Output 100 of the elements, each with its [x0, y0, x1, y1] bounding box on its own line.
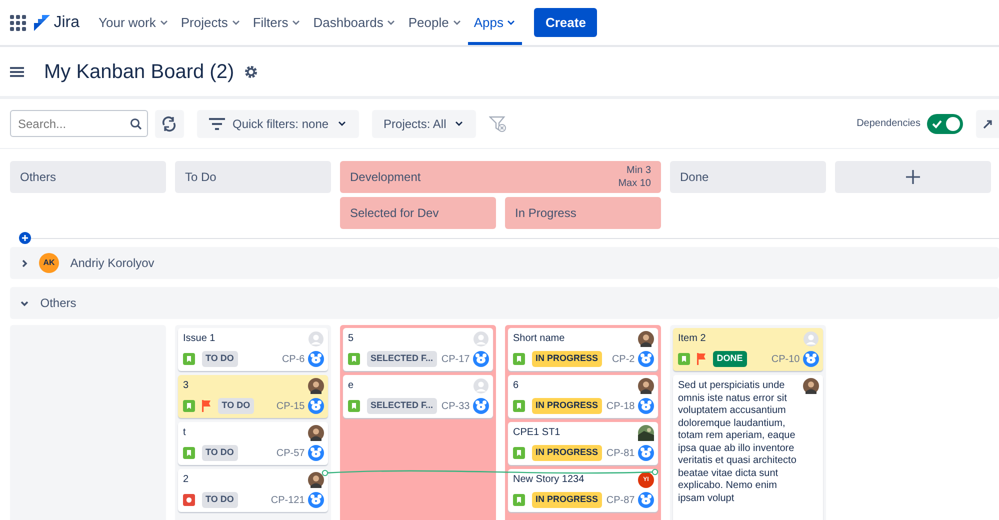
quick-filters-dropdown[interactable]: Quick filters: none [196, 110, 359, 138]
issue-title: New Story 1234 [513, 473, 586, 486]
status-lozenge: IN PROGRESS [532, 445, 602, 461]
column-min-limit: Min 3 [626, 164, 651, 177]
issue-card[interactable]: CPE1 ST1 IN PROGRESS CP-81 [508, 422, 658, 465]
nav-menu-item[interactable]: People [402, 0, 468, 45]
plus-icon [905, 169, 921, 185]
nav-menu-item[interactable]: Filters [246, 0, 308, 45]
status-lozenge: IN PROGRESS [532, 398, 602, 414]
grid-icon [10, 14, 26, 30]
filter-icon [208, 118, 224, 130]
nav-menu-item[interactable]: Projects [174, 0, 247, 45]
project-avatar-icon [308, 351, 324, 367]
issue-title: t [183, 426, 187, 440]
board-title: My Kanban Board (2) [44, 60, 234, 84]
status-lozenge: SELECTED F... [366, 398, 438, 414]
project-avatar-icon [308, 398, 324, 414]
project-avatar-icon [803, 351, 819, 367]
issue-key: CP-121 [270, 492, 305, 508]
issue-key: CP-33 [441, 398, 470, 414]
menu-icon [10, 66, 24, 78]
issue-card[interactable]: Issue 1 TO DO CP-6 [178, 328, 328, 371]
status-lozenge: SELECTED F... [366, 351, 438, 367]
status-lozenge: TO DO [202, 351, 238, 367]
apps-menu-button[interactable] [10, 14, 26, 30]
column-title: Done [680, 169, 709, 186]
swimlane-title: Others [40, 295, 76, 312]
status-lozenge: TO DO [202, 445, 238, 461]
issue-key: CP-6 [282, 352, 305, 366]
issue-title: 2 [183, 473, 190, 486]
issue-card[interactable]: e SELECTED F... CP-33 [343, 375, 493, 418]
issue-card[interactable]: t TO DO CP-57 [178, 422, 328, 465]
projects-dropdown[interactable]: Projects: All [372, 110, 476, 138]
issue-key: CP-2 [612, 352, 635, 366]
refresh-icon [161, 116, 177, 132]
board-settings-button[interactable] [244, 64, 258, 78]
status-lozenge: TO DO [202, 492, 238, 508]
jira-logo-icon [32, 14, 50, 32]
column-title: Development [350, 169, 421, 186]
create-button[interactable]: Create [534, 8, 597, 38]
project-avatar-icon [308, 445, 324, 461]
column-title: In Progress [515, 205, 576, 222]
issue-title: CPE1 ST1 [513, 426, 562, 440]
status-lozenge: IN PROGRESS [532, 492, 602, 508]
search-icon [130, 118, 142, 130]
add-swimlane-button[interactable] [19, 232, 31, 244]
issue-card[interactable]: Item 2 DONE CP-10 [673, 328, 823, 371]
project-avatar-icon [638, 398, 654, 414]
project-avatar-icon [638, 351, 654, 367]
issue-card[interactable]: 3 TO DO CP-15 [178, 375, 328, 418]
swimlane-header[interactable]: AK Andriy Korolyov [10, 247, 999, 279]
chevron-right-icon [20, 258, 29, 268]
diagonal-arrow-icon [982, 118, 992, 128]
search-field[interactable]: Search... [10, 110, 148, 137]
chevron-down-icon [454, 119, 464, 128]
user-avatar: AK [39, 253, 59, 273]
nav-menu-item[interactable]: Your work [92, 0, 175, 45]
chevron-down-icon [452, 18, 462, 27]
project-avatar-icon [638, 445, 654, 461]
swimlane-title: Andriy Korolyov [70, 255, 154, 272]
chevron-down-icon [158, 18, 169, 27]
issue-title: Sed ut perspiciatis unde omnis iste natus error sit voluptatem accusantium doloremque laudantium, totam rem aperiam, eaque ipsa quae ab illo inventore veritatis et quasi architecto beatae vitae dicta sunt explicabo. Nemo enim ipsam volupt [678, 379, 798, 505]
issue-key: CP-17 [441, 352, 470, 366]
issue-title: Short name [513, 332, 566, 346]
chevron-down-icon [291, 18, 302, 27]
issue-card[interactable] [673, 375, 823, 520]
settings-icon [244, 64, 258, 78]
sidebar-toggle-button[interactable] [10, 66, 24, 78]
status-lozenge: DONE [712, 351, 747, 367]
status-lozenge: TO DO [218, 398, 254, 414]
issue-card[interactable]: Short name IN PROGRESS CP-2 [508, 328, 658, 371]
nav-menu-item[interactable]: Dashboards [307, 0, 402, 45]
expand-button[interactable] [976, 110, 999, 138]
project-avatar-icon [473, 398, 489, 414]
issue-title: Issue 1 [183, 332, 216, 346]
dependencies-toggle[interactable] [927, 114, 963, 134]
dependencies-label: Dependencies [856, 117, 920, 131]
issue-title: 3 [183, 379, 190, 392]
issue-key: CP-15 [276, 398, 305, 414]
issue-card[interactable]: 6 IN PROGRESS CP-18 [508, 375, 658, 418]
nav-menu-item[interactable]: Apps [468, 0, 522, 45]
issue-title: Item 2 [678, 332, 707, 346]
product-name: Jira [54, 12, 80, 32]
column-title: Others [20, 169, 56, 186]
column-title: Selected for Dev [350, 205, 439, 222]
project-avatar-icon [308, 492, 324, 508]
column-title: To Do [185, 169, 216, 186]
issue-title: 6 [513, 379, 520, 392]
refresh-button[interactable] [154, 110, 184, 138]
issue-key: CP-81 [606, 446, 635, 460]
issue-key: CP-87 [606, 492, 635, 508]
filter-clear-icon [489, 114, 508, 132]
chevron-down-icon [386, 18, 396, 27]
chevron-down-icon [506, 18, 516, 27]
project-avatar-icon [638, 492, 654, 508]
issue-card[interactable]: 2 TO DO CP-121 [178, 469, 328, 512]
project-avatar-icon [473, 351, 489, 367]
swimlane-header[interactable]: Others [10, 287, 999, 319]
issue-card[interactable]: 5 SELECTED F... CP-17 [343, 328, 493, 371]
column-max-limit: Max 10 [618, 177, 651, 190]
